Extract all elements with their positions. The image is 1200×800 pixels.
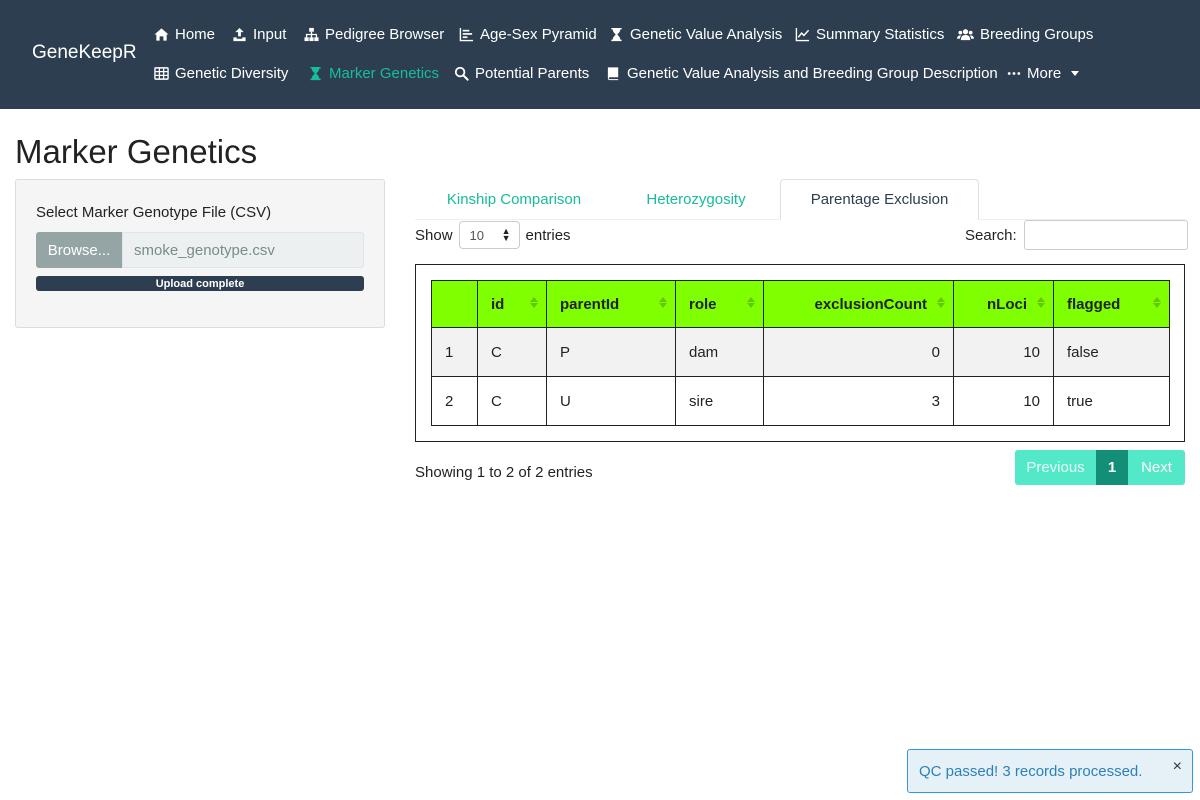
chevron-down-icon	[1071, 71, 1080, 76]
nav-summary-statistics[interactable]: Summary Statistics	[795, 26, 944, 43]
cell-index: 1	[431, 327, 478, 377]
users-icon	[957, 29, 974, 41]
nav-age-sex-pyramid-label: Age-Sex Pyramid	[480, 26, 597, 43]
bar-chart-icon	[459, 27, 474, 42]
nav-genetic-value-breeding-description-label: Genetic Value Analysis and Breeding Grou…	[627, 65, 998, 82]
cell-index: 2	[431, 376, 478, 426]
tab-bar: Kinship Comparison Heterozygosity Parent…	[415, 179, 1185, 220]
cell-exclusioncount: 0	[763, 327, 954, 377]
sort-icon	[747, 297, 755, 308]
table-container: id parentId role exclusionCount nLoci fl…	[415, 264, 1185, 442]
sort-icon	[1153, 297, 1161, 308]
cell-flagged: false	[1053, 327, 1170, 377]
page-length-control: Show 10 ▲ ▼ entries	[415, 221, 571, 249]
nav-input[interactable]: Input	[232, 26, 286, 43]
nav-more-dropdown[interactable]: More	[1007, 65, 1080, 82]
home-icon	[154, 28, 169, 41]
nav-age-sex-pyramid[interactable]: Age-Sex Pyramid	[459, 26, 597, 43]
column-header-role[interactable]: role	[675, 280, 764, 328]
close-icon[interactable]: ×	[1173, 758, 1182, 776]
brand-title[interactable]: GeneKeepR	[32, 42, 137, 64]
ellipsis-icon	[1007, 72, 1021, 75]
table-row: 2 C U sire 3 10 true	[431, 376, 1170, 426]
show-label: Show	[415, 226, 453, 244]
cell-flagged: true	[1053, 376, 1170, 426]
tab-kinship-comparison[interactable]: Kinship Comparison	[415, 179, 613, 220]
cell-id: C	[477, 327, 547, 377]
page-title: Marker Genetics	[15, 133, 258, 170]
column-header-exclusioncount[interactable]: exclusionCount	[763, 280, 954, 328]
upload-progress-bar: Upload complete	[36, 276, 364, 291]
book-icon	[607, 67, 619, 81]
nav-more-label: More	[1027, 65, 1062, 82]
file-name-field[interactable]: smoke_genotype.csv	[122, 232, 364, 268]
notification-message: QC passed! 3 records processed.	[919, 762, 1143, 780]
line-chart-icon	[795, 27, 810, 42]
table-icon	[154, 67, 169, 80]
nav-input-label: Input	[253, 26, 287, 43]
nav-genetic-value-analysis-label: Genetic Value Analysis	[630, 26, 783, 43]
nav-breeding-groups[interactable]: Breeding Groups	[957, 26, 1093, 43]
entries-label: entries	[525, 226, 571, 244]
nav-genetic-value-analysis[interactable]: Genetic Value Analysis	[609, 26, 782, 43]
column-header-id[interactable]: id	[477, 280, 547, 328]
tab-heterozygosity[interactable]: Heterozygosity	[613, 179, 779, 220]
pagination-next-button[interactable]: Next	[1128, 450, 1185, 485]
nav-potential-parents[interactable]: Potential Parents	[454, 65, 589, 82]
nav-pedigree-browser-label: Pedigree Browser	[325, 26, 445, 43]
cell-parentid: U	[546, 376, 676, 426]
cell-id: C	[477, 376, 547, 426]
cell-role: dam	[675, 327, 764, 377]
nav-pedigree-browser[interactable]: Pedigree Browser	[304, 26, 444, 43]
table-header-row: id parentId role exclusionCount nLoci fl…	[431, 280, 1170, 328]
hourglass-icon	[611, 27, 622, 42]
upload-progress-label: Upload complete	[155, 277, 245, 290]
table-info: Showing 1 to 2 of 2 entries	[415, 464, 593, 481]
nav-marker-genetics-label: Marker Genetics	[329, 65, 440, 82]
sort-icon	[659, 297, 667, 308]
cell-role: sire	[675, 376, 764, 426]
navbar: GeneKeepR Home Input Pedigree Browser Ag…	[0, 0, 1200, 109]
nav-genetic-diversity[interactable]: Genetic Diversity	[154, 65, 288, 82]
nav-breeding-groups-label: Breeding Groups	[980, 26, 1094, 43]
search-input[interactable]	[1023, 220, 1188, 250]
hourglass-icon	[310, 66, 321, 81]
nav-potential-parents-label: Potential Parents	[475, 65, 590, 82]
column-header-index[interactable]	[431, 280, 478, 328]
cell-nloci: 10	[953, 376, 1054, 426]
table-row: 1 C P dam 0 10 false	[431, 327, 1170, 377]
column-header-flagged[interactable]: flagged	[1053, 280, 1170, 328]
pagination-page-1[interactable]: 1	[1096, 450, 1128, 485]
sort-icon	[530, 297, 538, 308]
tab-parentage-exclusion[interactable]: Parentage Exclusion	[780, 179, 979, 220]
cell-parentid: P	[546, 327, 676, 377]
cell-exclusioncount: 3	[763, 376, 954, 426]
nav-summary-statistics-label: Summary Statistics	[816, 26, 945, 43]
search-label: Search:	[965, 226, 1017, 244]
nav-genetic-value-breeding-description[interactable]: Genetic Value Analysis and Breeding Grou…	[606, 65, 998, 82]
table-search: Search:	[965, 220, 1188, 250]
page-length-select[interactable]: 10 ▲ ▼	[458, 221, 520, 249]
nav-home-label: Home	[175, 26, 216, 43]
sort-icon	[1037, 297, 1045, 308]
cell-nloci: 10	[953, 327, 1054, 377]
notification-toast: QC passed! 3 records processed. ×	[907, 749, 1193, 793]
column-header-nloci[interactable]: nLoci	[953, 280, 1054, 328]
sitemap-icon	[304, 27, 319, 42]
upload-icon	[233, 27, 246, 42]
nav-marker-genetics[interactable]: Marker Genetics	[308, 65, 439, 82]
search-icon	[454, 66, 469, 81]
pagination: Previous 1 Next	[1015, 450, 1185, 485]
sort-icon	[937, 297, 945, 308]
select-arrows-icon: ▲ ▼	[501, 226, 511, 243]
pagination-previous-button[interactable]: Previous	[1015, 450, 1096, 485]
sidebar-panel: Select Marker Genotype File (CSV) Browse…	[15, 179, 385, 328]
parentage-exclusion-table: id parentId role exclusionCount nLoci fl…	[431, 280, 1170, 426]
column-header-parentid[interactable]: parentId	[546, 280, 676, 328]
browse-button[interactable]: Browse...	[36, 232, 122, 268]
nav-home[interactable]: Home	[154, 26, 215, 43]
file-input-label: Select Marker Genotype File (CSV)	[36, 204, 272, 221]
page-length-value: 10	[469, 227, 484, 243]
nav-genetic-diversity-label: Genetic Diversity	[175, 65, 289, 82]
